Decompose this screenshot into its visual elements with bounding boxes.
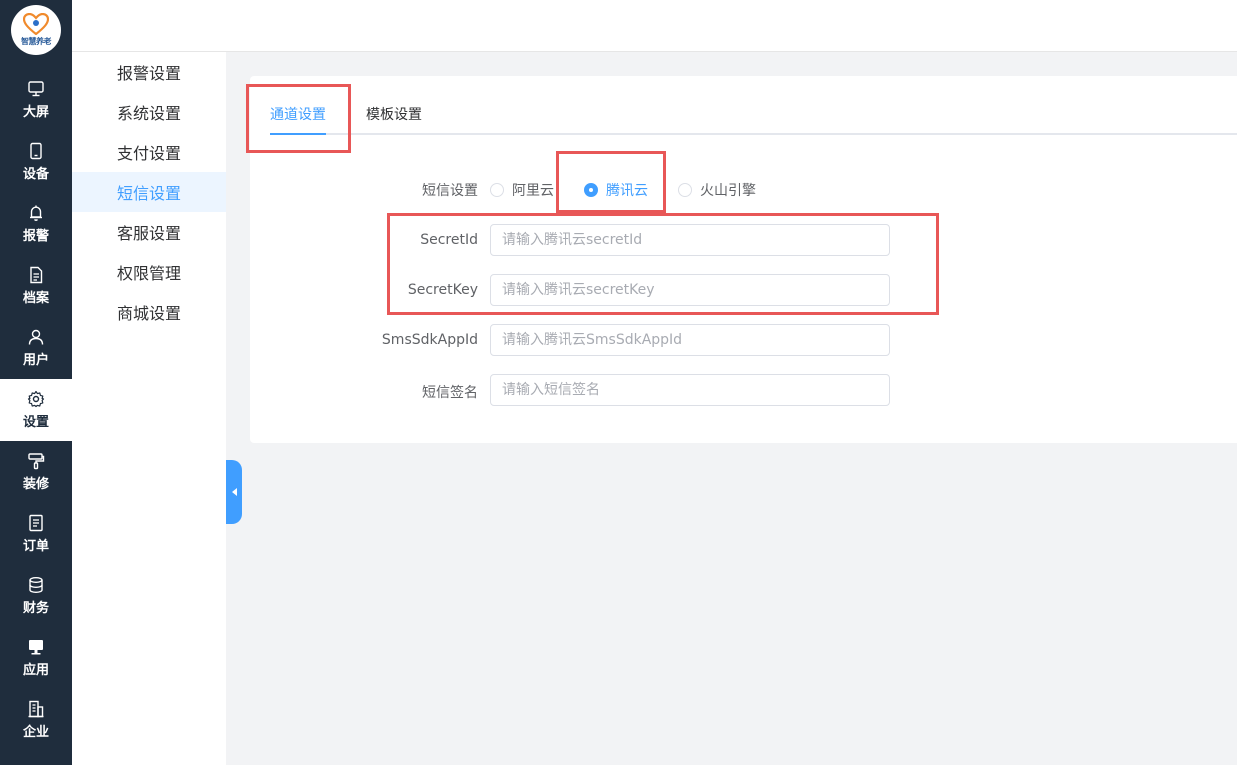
sms-sdk-app-id-input[interactable] [490, 324, 890, 356]
rail-item-label: 订单 [22, 539, 49, 554]
rail-item-enterprise[interactable]: 企业 [0, 689, 72, 751]
radio-label: 火山引擎 [700, 183, 756, 199]
top-header [72, 0, 1237, 52]
monitor-icon [28, 81, 44, 97]
caret-left-icon [231, 488, 237, 496]
radio-label: 腾讯云 [606, 183, 648, 199]
database-icon [29, 577, 43, 594]
submenu-item-payment-settings[interactable]: 支付设置 [72, 132, 226, 172]
paint-roller-icon [28, 453, 45, 470]
rail-item-finance[interactable]: 财务 [0, 565, 72, 627]
rail-item-records[interactable]: 档案 [0, 255, 72, 317]
secret-key-input[interactable] [490, 274, 890, 306]
sms-signature-label: 短信签名 [422, 385, 478, 401]
radio-circle-icon [490, 183, 504, 197]
bell-icon [30, 205, 42, 221]
rail-item-label: 装修 [22, 477, 49, 492]
sms-signature-input[interactable] [490, 374, 890, 406]
rail-item-orders[interactable]: 订单 [0, 503, 72, 565]
rail-item-label: 应用 [22, 663, 49, 678]
submenu-collapse-button[interactable] [226, 460, 242, 524]
sms-settings-card: 通道设置 模板设置 短信设置 阿里云 腾讯云 火山引擎 SecretId Sec… [250, 76, 1237, 443]
provider-label: 短信设置 [422, 183, 478, 199]
heart-logo-icon [23, 13, 49, 35]
secret-id-label: SecretId [420, 232, 478, 248]
tab-channel-settings[interactable]: 通道设置 [270, 96, 326, 135]
radio-aliyun[interactable]: 阿里云 [490, 180, 554, 200]
submenu-item-alarm-settings[interactable]: 报警设置 [72, 52, 226, 92]
radio-volcano-engine[interactable]: 火山引擎 [678, 180, 756, 200]
document-icon [30, 266, 43, 284]
desktop-icon [29, 640, 43, 655]
logo-area: 智慧养老 [0, 0, 72, 60]
tab-active-indicator [270, 133, 326, 135]
rail-item-settings[interactable]: 设置 [0, 379, 72, 441]
rail-item-label: 报警 [22, 229, 49, 244]
radio-tencent-cloud[interactable]: 腾讯云 [584, 180, 648, 200]
rail-item-apps[interactable]: 应用 [0, 627, 72, 689]
rail-item-alarms[interactable]: 报警 [0, 193, 72, 255]
secret-id-input[interactable] [490, 224, 890, 256]
tablet-icon [30, 142, 42, 160]
radio-label: 阿里云 [512, 183, 554, 199]
rail-item-users[interactable]: 用户 [0, 317, 72, 379]
rail-item-decoration[interactable]: 装修 [0, 441, 72, 503]
rail-item-label: 档案 [22, 291, 49, 306]
submenu-item-sms-settings[interactable]: 短信设置 [72, 172, 226, 212]
rail-item-label: 设置 [22, 415, 49, 430]
tab-template-settings[interactable]: 模板设置 [366, 96, 422, 135]
settings-tabs: 通道设置 模板设置 [270, 96, 1237, 135]
order-list-icon [29, 514, 43, 532]
rail-item-dashboard[interactable]: 大屏 [0, 69, 72, 131]
submenu-item-permission-management[interactable]: 权限管理 [72, 252, 226, 292]
rail-item-label: 大屏 [22, 105, 49, 120]
settings-submenu: 报警设置 系统设置 支付设置 短信设置 客服设置 权限管理 商城设置 [72, 52, 226, 765]
submenu-item-system-settings[interactable]: 系统设置 [72, 92, 226, 132]
user-icon [28, 329, 44, 345]
submenu-item-customer-service-settings[interactable]: 客服设置 [72, 212, 226, 252]
radio-checked-icon [584, 183, 598, 197]
building-icon [28, 700, 44, 718]
rail-item-label: 企业 [22, 725, 49, 740]
main-nav-rail: 智慧养老 大屏 设备 报警 档案 用户 设置 装修 订单 财务 应用 企业 [0, 0, 72, 765]
rail-item-label: 用户 [22, 353, 49, 368]
app-logo[interactable]: 智慧养老 [11, 5, 61, 55]
rail-item-devices[interactable]: 设备 [0, 131, 72, 193]
gear-icon [27, 390, 45, 408]
rail-item-label: 财务 [22, 601, 49, 616]
logo-text: 智慧养老 [21, 37, 52, 46]
sms-sdk-app-id-label: SmsSdkAppId [381, 332, 478, 348]
submenu-item-mall-settings[interactable]: 商城设置 [72, 292, 226, 332]
rail-item-label: 设备 [22, 167, 49, 182]
secret-key-label: SecretKey [407, 282, 478, 298]
radio-circle-icon [678, 183, 692, 197]
